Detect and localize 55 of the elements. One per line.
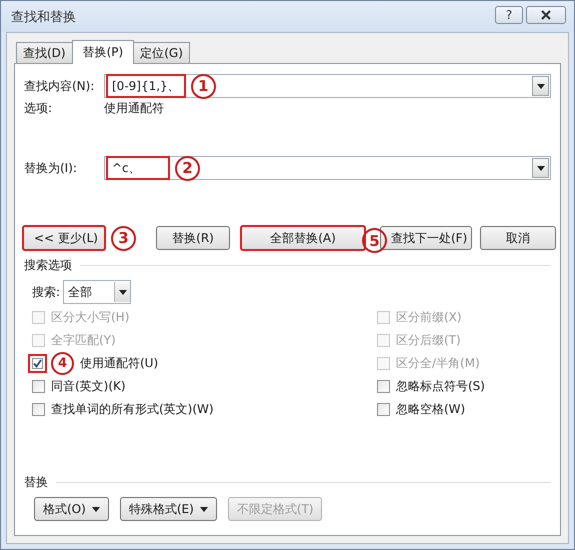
section-title: 替换 <box>24 474 48 490</box>
caret-icon <box>118 290 127 294</box>
format-button[interactable]: 特殊格式(E) <box>120 497 217 521</box>
find-field[interactable]: [0-9]{1,}、 1 <box>104 74 551 98</box>
dialog-button[interactable]: 查找下一处(F) <box>380 226 472 250</box>
checkmark-icon <box>32 358 43 369</box>
tab[interactable]: 定位(G) <box>133 42 190 63</box>
checkbox-label: 区分前缀(X) <box>396 309 462 326</box>
options-label: 选项: <box>24 100 54 116</box>
checkbox-label: 使用通配符(U) <box>80 355 158 372</box>
caret-icon <box>536 84 544 88</box>
search-label: 搜索: <box>32 284 60 300</box>
checkbox[interactable] <box>377 403 390 416</box>
field-label: 查找内容(N): <box>24 78 96 94</box>
annotation-marker: 3 <box>111 226 136 250</box>
checkbox-label: 忽略标点符号(S) <box>396 378 485 395</box>
checkbox[interactable] <box>377 380 390 393</box>
dialog-button[interactable]: 替换(R) <box>156 226 230 250</box>
checkbox-label: 查找单词的所有形式(英文)(W) <box>51 401 214 418</box>
checkbox-label: 区分后缀(T) <box>396 332 461 349</box>
tab[interactable]: 查找(D) <box>16 42 73 63</box>
dialog-button[interactable]: 全部替换(A) <box>240 225 366 251</box>
caret-icon <box>200 506 208 512</box>
dropdown-button[interactable] <box>532 158 549 178</box>
select-value: 全部 <box>67 284 94 300</box>
tab[interactable]: 替换(P) <box>72 40 134 64</box>
search-select[interactable]: 全部 <box>63 280 132 304</box>
annotation-marker: 4 <box>51 352 74 375</box>
checkbox-label: 区分全/半角(M) <box>396 355 480 372</box>
checkbox[interactable] <box>28 354 47 373</box>
annotation-marker: 5 <box>362 228 387 253</box>
help-button[interactable]: ? <box>495 6 523 24</box>
options-value: 使用通配符 <box>104 100 164 116</box>
checkbox-label: 全字匹配(Y) <box>51 332 116 349</box>
annotation-marker: 1 <box>190 74 216 98</box>
field-value: [0-9]{1,}、 <box>106 74 186 98</box>
field-label: 替换为(I): <box>24 160 78 176</box>
replace-field[interactable]: ^c、 2 <box>104 156 551 180</box>
dialog-button[interactable]: << 更少(L) <box>22 225 106 251</box>
close-button[interactable] <box>526 6 566 24</box>
close-icon <box>540 10 552 20</box>
checkbox-label: 区分大小写(H) <box>51 309 130 326</box>
format-button[interactable]: 格式(O) <box>34 497 109 521</box>
checkbox-label: 同音(英文)(K) <box>51 378 126 395</box>
caret-icon <box>92 506 100 512</box>
checkbox-label: 忽略空格(W) <box>396 401 466 418</box>
field-value: ^c、 <box>106 156 170 180</box>
dialog-button[interactable]: 取消 <box>480 226 556 250</box>
section-title: 搜索选项 <box>24 256 72 274</box>
checkbox[interactable] <box>32 380 45 393</box>
caret-icon <box>536 166 544 170</box>
window-title: 查找和替换 <box>11 8 76 26</box>
annotation-marker: 2 <box>175 156 200 180</box>
checkbox[interactable] <box>32 403 45 416</box>
dropdown-button[interactable] <box>532 76 549 96</box>
